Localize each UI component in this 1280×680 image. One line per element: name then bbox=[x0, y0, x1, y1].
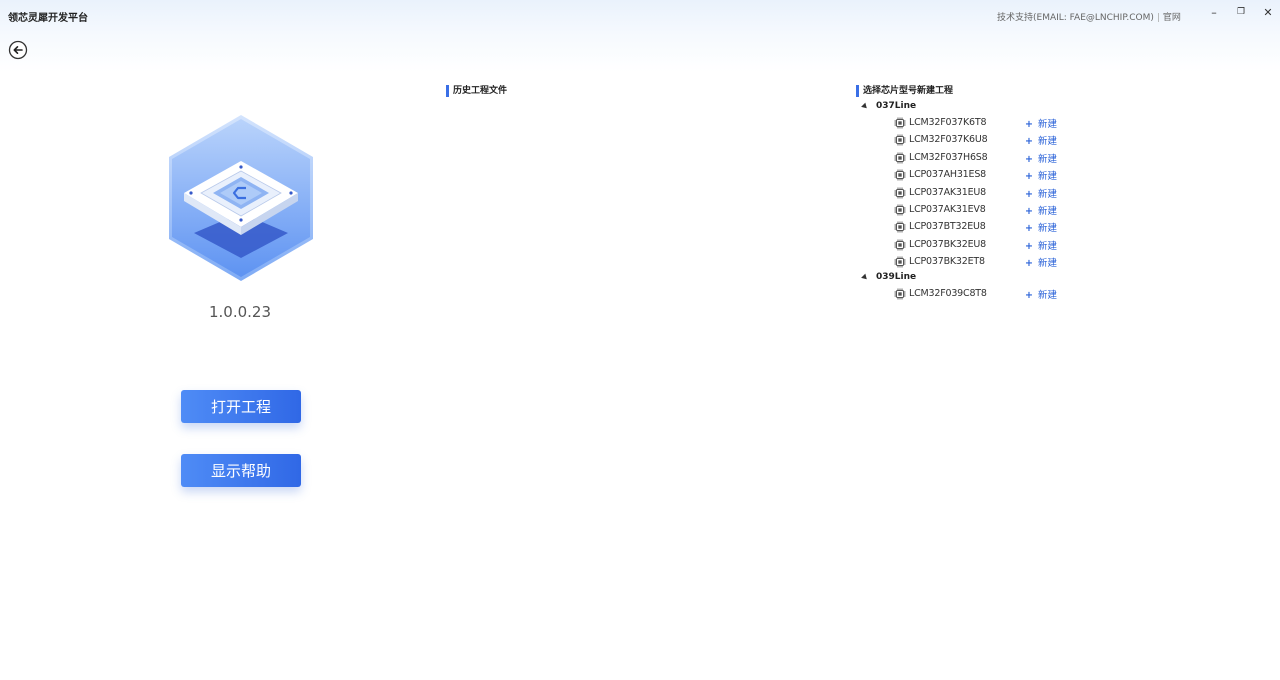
new-project-button[interactable]: + 新建 bbox=[1025, 255, 1057, 269]
chip-icon bbox=[894, 239, 906, 251]
new-label: 新建 bbox=[1037, 289, 1057, 301]
link-separator: | bbox=[1156, 13, 1160, 23]
chip-row: LCP037AK31EU8 + 新建 bbox=[860, 184, 1090, 201]
chip-group-name: 037Line bbox=[876, 101, 917, 111]
restore-button[interactable]: ❐ bbox=[1230, 3, 1252, 21]
expand-triangle-icon[interactable] bbox=[861, 273, 869, 281]
new-project-button[interactable]: + 新建 bbox=[1025, 116, 1057, 130]
chip-model-name: LCP037BK32EU8 bbox=[909, 238, 987, 250]
new-project-button[interactable]: + 新建 bbox=[1025, 186, 1057, 200]
chip-icon bbox=[894, 169, 906, 181]
chip-row: LCM32F037K6T8 + 新建 bbox=[860, 114, 1090, 131]
chip-select-title: 选择芯片型号新建工程 bbox=[856, 85, 953, 97]
chip-model-name: LCP037BK32ET8 bbox=[909, 256, 985, 268]
chip-model-name: LCP037AK31EU8 bbox=[909, 186, 987, 198]
chip-model-name: LCM32F039C8T8 bbox=[909, 287, 987, 299]
new-project-button[interactable]: + 新建 bbox=[1025, 151, 1057, 165]
plus-icon: + bbox=[1025, 171, 1033, 183]
new-label: 新建 bbox=[1037, 240, 1057, 252]
version-label: 1.0.0.23 bbox=[208, 303, 272, 321]
top-links: 技术支持(EMAIL: FAE@LNCHIP.COM) | 官网 bbox=[997, 10, 1181, 23]
chip-icon bbox=[894, 134, 906, 146]
app-window: 领芯灵犀开发平台 技术支持(EMAIL: FAE@LNCHIP.COM) | 官网 … bbox=[0, 0, 1280, 680]
chip-row: LCM32F039C8T8 + 新建 bbox=[860, 285, 1090, 302]
chip-logo-icon bbox=[169, 115, 313, 281]
app-title: 领芯灵犀开发平台 bbox=[8, 13, 88, 24]
plus-icon: + bbox=[1025, 240, 1033, 252]
chip-row: LCM32F037K6U8 + 新建 bbox=[860, 131, 1090, 148]
chip-row: LCP037AK31EV8 + 新建 bbox=[860, 201, 1090, 218]
chip-row: LCP037BK32ET8 + 新建 bbox=[860, 253, 1090, 270]
chip-icon bbox=[894, 221, 906, 233]
plus-icon: + bbox=[1025, 153, 1033, 165]
plus-icon: + bbox=[1025, 289, 1033, 301]
chip-row: LCM32F037H6S8 + 新建 bbox=[860, 149, 1090, 166]
new-label: 新建 bbox=[1037, 188, 1057, 200]
close-button[interactable]: ✕ bbox=[1257, 3, 1279, 21]
new-label: 新建 bbox=[1037, 136, 1057, 148]
chip-model-name: LCM32F037K6T8 bbox=[909, 117, 987, 128]
chip-icon bbox=[894, 204, 906, 216]
plus-icon: + bbox=[1025, 188, 1033, 200]
new-project-button[interactable]: + 新建 bbox=[1025, 133, 1057, 147]
new-label: 新建 bbox=[1037, 258, 1057, 270]
support-link[interactable]: 技术支持(EMAIL: FAE@LNCHIP.COM) bbox=[997, 13, 1154, 23]
show-help-button[interactable]: 显示帮助 bbox=[181, 454, 301, 487]
chip-icon bbox=[894, 152, 906, 164]
chip-group-0[interactable]: 037Line bbox=[860, 100, 1090, 114]
chip-group-name: 039Line bbox=[876, 271, 917, 282]
title-bar: 领芯灵犀开发平台 技术支持(EMAIL: FAE@LNCHIP.COM) | 官网 … bbox=[0, 0, 1280, 72]
new-label: 新建 bbox=[1037, 205, 1057, 217]
history-projects-title: 历史工程文件 bbox=[446, 85, 507, 97]
expand-triangle-icon[interactable] bbox=[861, 102, 869, 111]
new-project-button[interactable]: + 新建 bbox=[1025, 287, 1057, 301]
plus-icon: + bbox=[1025, 258, 1033, 270]
plus-icon: + bbox=[1025, 119, 1033, 130]
chip-tree: 037Line LCM32F037K6T8 + 新建 LCM32F037K6U8 + 新建 L… bbox=[860, 100, 1090, 302]
plus-icon: + bbox=[1025, 223, 1033, 235]
chip-model-name: LCP037BT32EU8 bbox=[909, 221, 986, 233]
chip-model-name: LCM32F037K6U8 bbox=[909, 134, 988, 146]
new-project-button[interactable]: + 新建 bbox=[1025, 238, 1057, 252]
chip-model-name: LCM32F037H6S8 bbox=[909, 151, 988, 163]
website-link[interactable]: 官网 bbox=[1163, 13, 1181, 23]
chip-model-name: LCP037AH31ES8 bbox=[909, 169, 986, 181]
new-project-button[interactable]: + 新建 bbox=[1025, 168, 1057, 182]
new-label: 新建 bbox=[1037, 223, 1057, 235]
chip-group-1[interactable]: 039Line bbox=[860, 271, 1090, 285]
chip-icon bbox=[894, 117, 906, 129]
plus-icon: + bbox=[1025, 205, 1033, 217]
chip-model-name: LCP037AK31EV8 bbox=[909, 203, 986, 215]
new-project-button[interactable]: + 新建 bbox=[1025, 203, 1057, 217]
chip-row: LCP037BT32EU8 + 新建 bbox=[860, 218, 1090, 235]
plus-icon: + bbox=[1025, 136, 1033, 148]
new-label: 新建 bbox=[1037, 153, 1057, 165]
chip-icon bbox=[894, 256, 906, 268]
open-project-button[interactable]: 打开工程 bbox=[181, 390, 301, 423]
chip-icon bbox=[894, 288, 906, 300]
new-label: 新建 bbox=[1037, 119, 1057, 130]
minimize-button[interactable]: – bbox=[1203, 3, 1225, 21]
new-label: 新建 bbox=[1037, 171, 1057, 183]
back-arrow-icon[interactable] bbox=[8, 40, 28, 60]
chip-row: LCP037AH31ES8 + 新建 bbox=[860, 166, 1090, 183]
chip-icon bbox=[894, 187, 906, 199]
new-project-button[interactable]: + 新建 bbox=[1025, 220, 1057, 234]
chip-row: LCP037BK32EU8 + 新建 bbox=[860, 236, 1090, 253]
